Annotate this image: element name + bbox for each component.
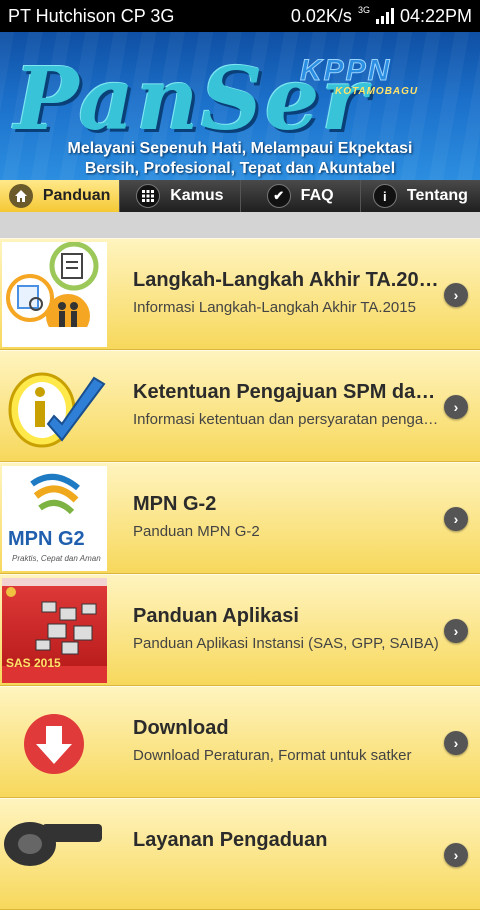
- tagline-1: Melayani Sepenuh Hati, Melampaui Ekpekta…: [67, 140, 413, 157]
- chevron-right-icon: ›: [444, 619, 468, 643]
- kppn-subtitle: KOTAMOBAGU: [335, 86, 419, 97]
- sas-thumb-text: SAS 2015: [6, 656, 61, 670]
- status-bar: PT Hutchison CP 3G 0.02K/s 3G 04:22PM: [0, 0, 480, 32]
- home-icon: [8, 184, 33, 208]
- item-subtitle: Panduan Aplikasi Instansi (SAS, GPP, SAI…: [133, 635, 439, 652]
- list-item[interactable]: Download Download Peraturan, Format untu…: [0, 686, 480, 798]
- chevron-right-icon: ›: [444, 843, 468, 867]
- item-title: Layanan Pengaduan: [133, 829, 328, 851]
- app-banner: PanSer KPPN KOTAMOBAGU Melayani Sepenuh …: [0, 32, 480, 180]
- whistle-icon: [2, 802, 107, 907]
- sas-app-thumbnail: SAS 2015: [2, 578, 107, 683]
- grid-icon: [136, 184, 161, 208]
- mpn-logo-text: MPN G2: [8, 528, 85, 550]
- list-item[interactable]: MPN G2 Praktis, Cepat dan Aman MPN G-2 P…: [0, 462, 480, 574]
- item-title: MPN G-2: [133, 493, 217, 515]
- tab-label: Panduan: [42, 187, 111, 204]
- item-title: Panduan Aplikasi: [133, 605, 299, 627]
- list-item[interactable]: Langkah-Langkah Akhir TA.2015 Informasi …: [0, 238, 480, 350]
- download-icon: [2, 690, 107, 795]
- chevron-right-icon: ›: [444, 731, 468, 755]
- item-title: Langkah-Langkah Akhir TA.2015: [133, 269, 439, 291]
- item-title: Ketentuan Pengajuan SPM dan SP2D: [133, 381, 439, 403]
- tab-faq[interactable]: ✔ FAQ: [240, 180, 361, 212]
- signal-icon: [375, 8, 394, 24]
- kppn-logo: KPPN: [299, 54, 392, 88]
- carrier-name: PT Hutchison CP 3G: [8, 5, 175, 26]
- chevron-right-icon: ›: [444, 507, 468, 531]
- tagline-2: Bersih, Profesional, Tepat dan Akuntabel: [84, 160, 396, 177]
- tab-tentang[interactable]: i Tentang: [360, 180, 480, 212]
- menu-list: Langkah-Langkah Akhir TA.2015 Informasi …: [0, 238, 480, 910]
- tab-label: FAQ: [300, 187, 334, 204]
- list-top-spacer: [0, 212, 480, 238]
- net-speed: 0.02K/s: [290, 5, 352, 26]
- list-item[interactable]: SAS 2015 Panduan Aplikasi Panduan Aplika…: [0, 574, 480, 686]
- info-check-icon: [2, 354, 107, 459]
- tab-kamus[interactable]: Kamus: [120, 180, 241, 212]
- tab-panduan[interactable]: Panduan: [0, 180, 121, 212]
- item-subtitle: Download Peraturan, Format untuk satker: [133, 747, 412, 764]
- tab-bar: Panduan Kamus ✔ FAQ i Tentang: [0, 180, 480, 212]
- item-subtitle: Informasi ketentuan dan persyaratan peng…: [133, 411, 439, 428]
- chevron-right-icon: ›: [444, 395, 468, 419]
- tab-label: Tentang: [406, 187, 468, 204]
- check-icon: ✔: [266, 184, 291, 208]
- item-subtitle: Informasi Langkah-Langkah Akhir TA.2015: [133, 299, 416, 316]
- item-title: Download: [133, 717, 229, 739]
- list-item[interactable]: Ketentuan Pengajuan SPM dan SP2D Informa…: [0, 350, 480, 462]
- mpn-logo-slogan: Praktis, Cepat dan Aman: [12, 554, 101, 563]
- chevron-right-icon: ›: [444, 283, 468, 307]
- tab-label: Kamus: [170, 187, 224, 204]
- network-type: 3G: [357, 5, 370, 15]
- document-people-icon: [2, 242, 107, 347]
- list-item[interactable]: Layanan Pengaduan ›: [0, 798, 480, 910]
- mpn-g2-logo: MPN G2 Praktis, Cepat dan Aman: [2, 466, 107, 571]
- clock: 04:22PM: [399, 5, 472, 26]
- item-subtitle: Panduan MPN G-2: [133, 523, 260, 540]
- info-icon: i: [372, 184, 397, 208]
